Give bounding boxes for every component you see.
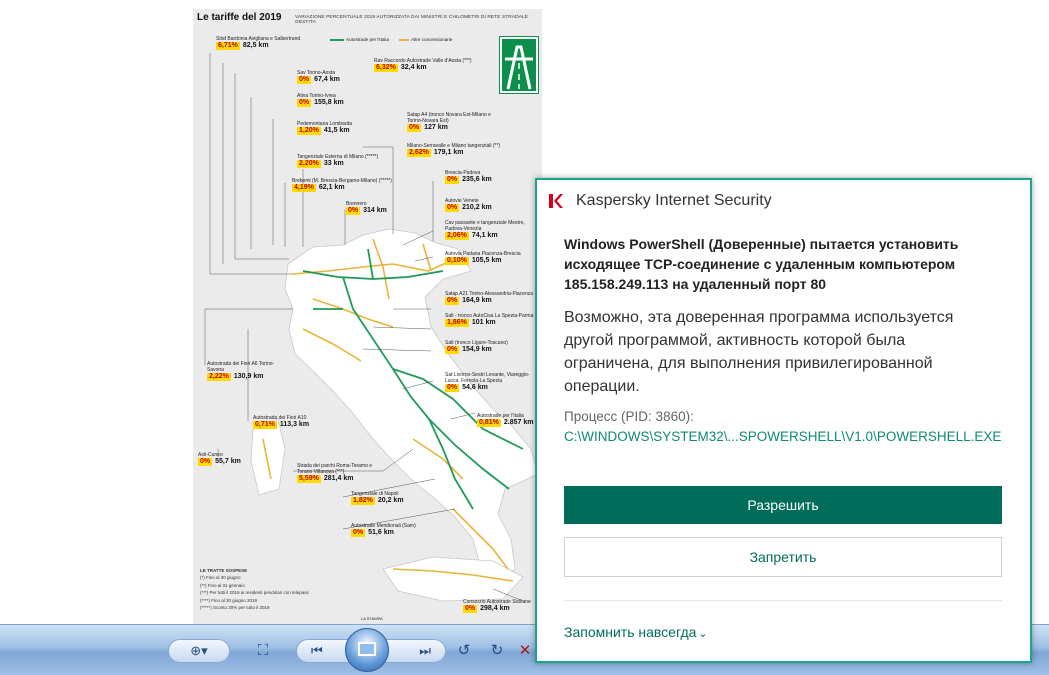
motorway-sign-icon [500, 37, 538, 93]
tariff-map-image: Le tariffe del 2019 VARIAZIONE PERCENTUA… [193, 9, 542, 624]
map-label-sitaf: Sitaf Bardonia Avigliana e Salbertrand 6,… [216, 36, 301, 50]
zoom-icon: ⊕▾ [190, 643, 208, 658]
map-label-autostrada-fiori-a10: Autostrada dei Fiori A10 0,71% 113,3 km [253, 415, 310, 429]
legend-altre: Altre concessionarie [399, 37, 452, 42]
map-label-cav: Cav passante e tangenziale Mestre, Padov… [445, 220, 525, 240]
map-label-autostrade-meridionali: Autostrade Meridionali (Sam) 0% 51,6 km [351, 523, 416, 537]
suspended-notes: LE TRATTE SOSPESE (*) Fino al 30 giugno … [200, 568, 309, 611]
map-label-salt-ligure: Salt (tronco Ligure-Toscano) 0% 154,9 km [445, 340, 508, 354]
kaspersky-dialog: Kaspersky Internet Security Windows Powe… [535, 178, 1032, 663]
map-label-tangenziale-napoli: Tangenziale di Napoli 1,82% 20,2 km [351, 491, 404, 505]
next-icon[interactable]: ⏭ [419, 643, 431, 659]
slideshow-screen-icon [358, 642, 376, 656]
dialog-body: Возможно, эта доверенная программа испол… [564, 309, 954, 395]
remember-label: Запомнить навсегда [564, 624, 697, 640]
map-credit: LA STAMPA [361, 616, 383, 621]
rotate-left-icon[interactable]: ↺ [453, 641, 475, 661]
deny-button[interactable]: Запретить [564, 537, 1002, 577]
dialog-headline: Windows PowerShell (Доверенные) пытается… [564, 236, 959, 292]
map-subtitle: VARIAZIONE PERCENTUALE 2019 AUTORIZZATA … [295, 15, 529, 25]
process-label: Процесс (PID: 3860): [564, 409, 694, 424]
allow-button[interactable]: Разрешить [564, 486, 1002, 524]
legend-autostrade: Autostrade per l'Italia [330, 37, 389, 42]
map-label-strada-parchi: Strada dei parchi Roma-Teramo e Torano V… [297, 463, 373, 483]
map-label-brennero: Brennero 0% 314 km [346, 201, 387, 215]
map-label-autostrada-fiori-a6: Autostrada dei Fiori A6 Torino-Savona 2,2… [207, 361, 275, 381]
map-label-sav: Sav Torino-Aosta 0% 67,4 km [297, 70, 340, 84]
map-label-salt-cisa: Salt - tronco AutoCisa La Spezia-Parma 1,… [445, 313, 534, 327]
map-label-consorzio-siciliane: Consorzio Autostrade Siciliane 0% 298,4 km [463, 599, 531, 613]
map-label-autovia-padana: Autovia Padana Piacenza-Brescia 0,10% 105,… [445, 251, 521, 265]
map-label-sat-livorno: Sat Livorno-Sestri Levante, Viareggio-Lu… [445, 372, 530, 392]
map-label-milano-serravalle: Milano-Serravalle e Milano tangenziali (… [407, 143, 501, 157]
map-label-brescia-padova: Brescia-Padova 0% 235,6 km [445, 170, 492, 184]
chevron-down-icon: ⌄ [698, 628, 708, 640]
map-label-brebemi: Brebemi (M. Brescia-Bergamo-Milano) (***… [292, 178, 392, 192]
map-label-satap-a21: Satap A21 Torino-Alessandria-Piacenza 0% 1… [445, 291, 534, 305]
rotate-right-icon[interactable]: ↻ [486, 641, 508, 661]
map-label-rav: Rav Raccordo Autostrade Valle d'Aosta (*… [374, 58, 472, 72]
map-label-asti-cuneo: Asti-Cuneo 0% 55,7 km [198, 452, 241, 466]
kaspersky-logo-icon [549, 194, 563, 208]
motorway-sign-graphic [505, 45, 533, 90]
delete-icon[interactable]: ✕ [514, 641, 536, 661]
dialog-title: Kaspersky Internet Security [576, 192, 772, 209]
map-label-ativa: Ativa Torino-Ivrea 0% 155,8 km [297, 93, 344, 107]
map-label-pedemontana: Pedemontana Lombarda 1,20% 41,5 km [297, 121, 353, 135]
map-label-tangenziale-esterna: Tangenziale Esterna di Milano (*****) 2,2… [297, 154, 379, 168]
fit-icon[interactable]: ⛶ [252, 641, 274, 661]
map-label-satap-a4: Satap A4 (tronco Novara Est-Milano e Tor… [407, 112, 491, 132]
divider [564, 600, 1002, 601]
map-label-autostrade-italia: Autostrade per l'Italia 0,81% 2.857 km [477, 413, 534, 427]
process-path-link[interactable]: C:\WINDOWS\SYSTEM32\...SPOWERSHELL\V1.0\… [564, 429, 1001, 444]
prev-icon[interactable]: ⏮ [311, 643, 323, 659]
remember-forever-dropdown[interactable]: Запомнить навсегда ⌄ [564, 624, 708, 640]
map-label-autovie-venete: Autovie Venete 0% 210,2 km [445, 198, 492, 212]
map-title: Le tariffe del 2019 [197, 12, 282, 23]
zoom-button[interactable]: ⊕▾ [168, 639, 230, 663]
play-slideshow-icon[interactable] [345, 628, 389, 672]
